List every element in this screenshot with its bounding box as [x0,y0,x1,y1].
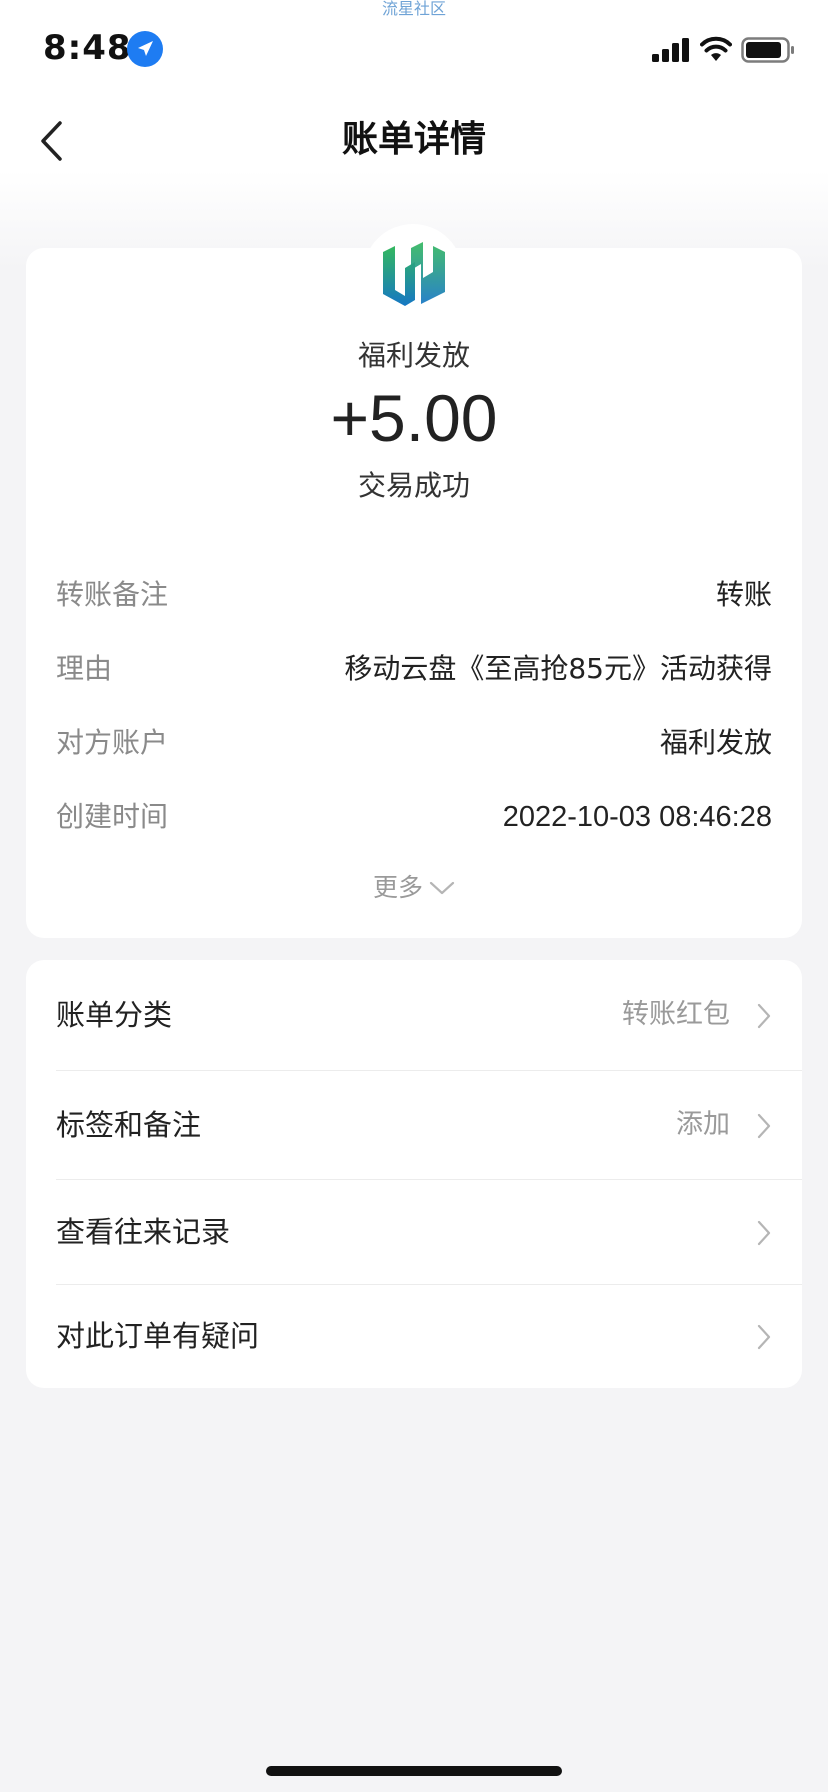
transaction-amount: +5.00 [330,381,498,455]
detail-label: 理由 [56,652,113,685]
action-row-order-question[interactable]: 对此订单有疑问 [26,1285,802,1388]
more-label: 更多 [372,873,423,902]
chevron-down-icon [429,881,455,895]
chevron-right-icon [757,1324,771,1350]
detail-label: 创建时间 [56,800,169,833]
action-label: 账单分类 [56,998,173,1032]
action-row-transaction-history[interactable]: 查看往来记录 [26,1180,802,1284]
chevron-right-icon [757,1113,771,1139]
detail-value: 移动云盘《至高抢85元》活动获得 [344,652,772,685]
location-arrow-icon [127,31,163,67]
action-value: 添加 [676,1109,730,1140]
page-title: 账单详情 [341,119,486,160]
detail-value: 2022-10-03 08:46:28 [502,801,772,833]
detail-row-remark: 转账备注 转账 [56,572,772,618]
action-label: 标签和备注 [56,1108,202,1142]
detail-value: 转账 [715,578,772,611]
more-details-toggle[interactable]: 更多 [26,868,802,908]
bill-summary-card: 福利发放 +5.00 交易成功 转账备注 转账 理由 移动云盘《至高抢85元》活… [26,248,802,938]
transaction-status: 交易成功 [357,469,470,502]
status-time: 8:48 [43,28,132,68]
detail-row-counterparty: 对方账户 福利发放 [56,720,772,766]
chevron-right-icon [757,1220,771,1246]
app-logo-icon [383,242,445,306]
bill-actions-card: 账单分类 转账红包 标签和备注 添加 查看往来记录 对此订单有疑问 [26,960,802,1388]
detail-label: 对方账户 [56,726,169,759]
status-bar: 8:48 [0,0,828,100]
wifi-icon [700,36,732,61]
cellular-signal-icon [652,38,689,62]
action-label: 查看往来记录 [56,1215,231,1249]
detail-row-reason: 理由 移动云盘《至高抢85元》活动获得 [56,646,772,692]
home-indicator[interactable] [266,1766,562,1776]
detail-value: 福利发放 [659,726,772,759]
detail-row-created-time: 创建时间 2022-10-03 08:46:28 [56,794,772,840]
action-row-bill-category[interactable]: 账单分类 转账红包 [26,960,802,1070]
payee-avatar [363,224,463,324]
chevron-right-icon [757,1003,771,1029]
action-label: 对此订单有疑问 [56,1319,260,1353]
payee-name: 福利发放 [357,339,470,372]
action-value: 转账红包 [622,999,730,1030]
detail-label: 转账备注 [56,578,169,611]
action-row-tags-notes[interactable]: 标签和备注 添加 [26,1071,802,1179]
battery-icon [741,37,794,63]
